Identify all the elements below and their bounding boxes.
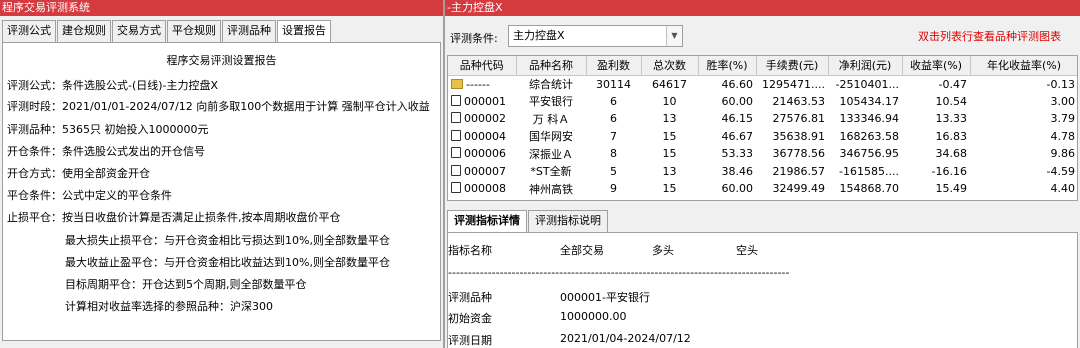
tab-symbols[interactable]: 评测品种 xyxy=(222,20,276,42)
tab-open-rules[interactable]: 建仓规则 xyxy=(57,20,111,42)
report-line-open-mode: 开仓方式：使用全部资金开仓 xyxy=(7,167,150,180)
left-window-title: 程序交易评测系统 xyxy=(0,0,443,16)
detail-value-symbol: 000001-平安银行 xyxy=(560,291,650,304)
condition-select[interactable]: 主力控盘X ▼ xyxy=(508,25,683,47)
col-name[interactable]: 品种名称 xyxy=(516,56,587,76)
results-table: 品种代码 品种名称 盈利数 总次数 胜率(%) 手续费(元) 净利润(元) 收益… xyxy=(447,55,1078,201)
pane-splitter[interactable] xyxy=(443,0,445,348)
col-return[interactable]: 收益率(%) xyxy=(902,56,971,76)
report-line-period: 评测时段：2021/01/01-2024/07/12 向前多取100个数据用于计… xyxy=(7,100,430,113)
report-line-open-cond: 开仓条件：条件选股公式发出的开仓信号 xyxy=(7,145,205,158)
report-line-stop: 止损平仓：按当日收盘价计算是否满足止损条件,按本周期收盘价平仓 xyxy=(7,211,341,224)
folder-icon xyxy=(451,78,463,89)
detail-label-symbol: 评测品种 xyxy=(448,291,492,304)
row-icon xyxy=(451,112,461,124)
table-row[interactable]: 000002 万 科Ａ 6 13 46.15 27576.81 133346.9… xyxy=(448,110,1077,128)
detail-header-long: 多头 xyxy=(652,244,674,257)
condition-label: 评测条件: xyxy=(450,32,498,45)
detail-value-capital: 1000000.00 xyxy=(560,310,627,323)
row-icon xyxy=(451,164,461,176)
tab-formula[interactable]: 评测公式 xyxy=(2,20,56,42)
detail-tabs: 评测指标详情 评测指标说明 xyxy=(447,210,609,232)
table-row[interactable]: 000004 国华网安 7 15 46.67 35638.91 168263.5… xyxy=(448,128,1077,146)
col-net-profit[interactable]: 净利润(元) xyxy=(828,56,903,76)
table-row[interactable]: ------ 综合统计 30114 64617 46.60 1295471...… xyxy=(448,75,1077,93)
table-row[interactable]: 000006 深振业Ａ 8 15 53.33 36778.56 346756.9… xyxy=(448,145,1077,163)
tab-metric-details[interactable]: 评测指标详情 xyxy=(447,210,527,232)
detail-separator: ----------------------------------------… xyxy=(448,266,790,279)
table-row[interactable]: 000008 神州高铁 9 15 60.00 32499.49 154868.7… xyxy=(448,180,1077,198)
right-window-title: -主力控盘X xyxy=(445,0,1080,16)
detail-header-short: 空头 xyxy=(736,244,758,257)
detail-header-all: 全部交易 xyxy=(560,244,604,257)
report-line-formula: 评测公式：条件选股公式-(日线)-主力控盘X xyxy=(7,79,219,92)
condition-select-value: 主力控盘X xyxy=(513,29,565,42)
detail-value-date: 2021/01/04-2024/07/12 xyxy=(560,332,691,345)
detail-label-date: 评测日期 xyxy=(448,334,492,347)
report-line-symbols: 评测品种：5365只 初始投入1000000元 xyxy=(7,123,209,136)
col-winrate[interactable]: 胜率(%) xyxy=(698,56,757,76)
detail-panel: 指标名称 全部交易 多头 空头 ------------------------… xyxy=(447,232,1078,348)
table-row[interactable]: 000001 平安银行 6 10 60.00 21463.53 105434.1… xyxy=(448,93,1077,111)
detail-label-capital: 初始资金 xyxy=(448,312,492,325)
tab-close-rules[interactable]: 平仓规则 xyxy=(167,20,221,42)
settings-tabs: 评测公式 建仓规则 交易方式 平仓规则 评测品种 设置报告 xyxy=(2,20,332,43)
tab-trade-mode[interactable]: 交易方式 xyxy=(112,20,166,42)
col-code[interactable]: 品种代码 xyxy=(448,56,517,76)
tab-metric-explanation[interactable]: 评测指标说明 xyxy=(528,210,608,232)
report-line-max-loss: 最大损失止损平仓：与开仓资金相比亏损达到10%,则全部数量平仓 xyxy=(65,234,390,247)
col-fee[interactable]: 手续费(元) xyxy=(756,56,829,76)
report-heading: 程序交易评测设置报告 xyxy=(166,54,277,67)
report-line-close-cond: 平仓条件：公式中定义的平仓条件 xyxy=(7,189,172,202)
tab-report[interactable]: 设置报告 xyxy=(277,20,331,43)
row-icon xyxy=(451,129,461,141)
col-total[interactable]: 总次数 xyxy=(641,56,699,76)
report-panel: 程序交易评测设置报告 评测公式：条件选股公式-(日线)-主力控盘X 评测时段：2… xyxy=(2,42,441,341)
report-line-benchmark: 计算相对收益率选择的参照品种：沪深300 xyxy=(65,300,273,313)
detail-header-name: 指标名称 xyxy=(448,244,492,257)
hint-text: 双击列表行查看品种评测图表 xyxy=(918,30,1061,43)
report-line-target-period: 目标周期平仓：开仓达到5个周期,则全部数量平仓 xyxy=(65,278,307,291)
report-line-max-profit: 最大收益止盈平仓：与开仓资金相比收益达到10%,则全部数量平仓 xyxy=(65,256,390,269)
row-icon xyxy=(451,147,461,159)
row-icon xyxy=(451,94,461,106)
col-wins[interactable]: 盈利数 xyxy=(586,56,642,76)
chevron-down-icon[interactable]: ▼ xyxy=(666,26,682,46)
table-header: 品种代码 品种名称 盈利数 总次数 胜率(%) 手续费(元) 净利润(元) 收益… xyxy=(448,56,1077,76)
col-annual-return[interactable]: 年化收益率(%) xyxy=(970,56,1077,76)
row-icon xyxy=(451,182,461,194)
table-row[interactable]: 000007 *ST全新 5 13 38.46 21986.57 -161585… xyxy=(448,163,1077,181)
